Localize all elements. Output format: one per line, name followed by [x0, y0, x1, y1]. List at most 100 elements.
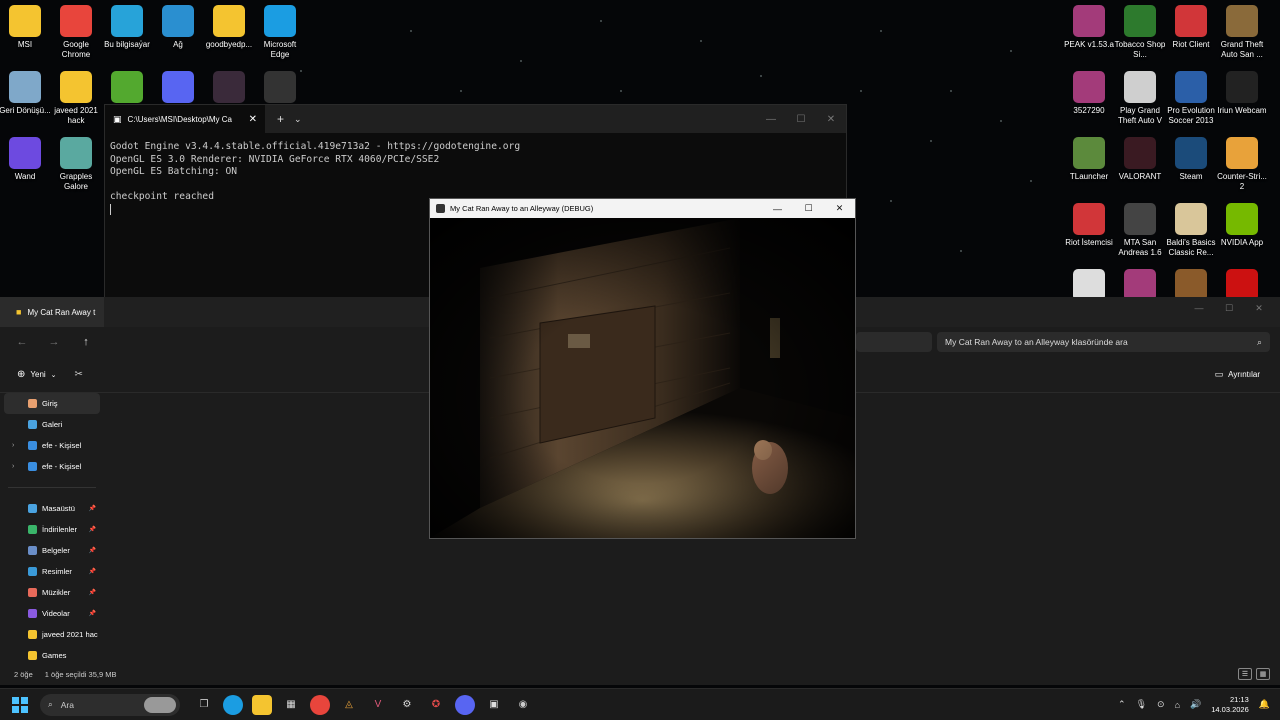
- minimize-button[interactable]: —: [756, 105, 786, 133]
- search-highlight-icon: [144, 696, 176, 713]
- search-input[interactable]: My Cat Ran Away to an Alleyway klasöründ…: [937, 332, 1270, 352]
- desktop-icon[interactable]: VALORANT: [1114, 137, 1166, 182]
- start-button[interactable]: [0, 696, 40, 713]
- desktop-icon[interactable]: Tobacco Shop Si...: [1114, 5, 1166, 60]
- chevron-right-icon[interactable]: ›: [12, 463, 14, 470]
- star: [620, 90, 622, 92]
- microphone-icon[interactable]: 🎙: [1136, 699, 1147, 710]
- sidebar-item[interactable]: › efe - Kişisel: [0, 456, 104, 477]
- desktop-icon[interactable]: javeed 2021 hack: [50, 71, 102, 126]
- game-viewport[interactable]: [430, 218, 855, 538]
- desktop-icon[interactable]: Riot Client: [1165, 5, 1217, 50]
- desktop-icon[interactable]: TLauncher: [1063, 137, 1115, 182]
- edge-icon[interactable]: [223, 694, 243, 715]
- minimize-button[interactable]: —: [762, 199, 793, 218]
- desktop-icon[interactable]: Grapples Galore: [50, 137, 102, 192]
- steam-tray-icon[interactable]: ⊙: [1157, 699, 1165, 710]
- sidebar-item[interactable]: Videolar 📌: [0, 603, 104, 624]
- desktop-icon[interactable]: Iriun Webcam: [1216, 71, 1268, 116]
- godot-icon[interactable]: ◉: [513, 695, 533, 715]
- close-button[interactable]: ✕: [1244, 297, 1274, 319]
- desktop-icon[interactable]: MTA San Andreas 1.6: [1114, 203, 1166, 258]
- app-icon[interactable]: ◬: [339, 695, 359, 715]
- maximize-button[interactable]: ☐: [793, 199, 824, 218]
- desktop-icon[interactable]: Microsoft Edge: [254, 5, 306, 60]
- new-tab-button[interactable]: +: [277, 112, 284, 126]
- tiles-view-icon[interactable]: ▦: [1256, 668, 1270, 680]
- sidebar-item[interactable]: Galeri: [0, 414, 104, 435]
- clock[interactable]: 21:13 14.03.2026: [1211, 695, 1249, 715]
- up-arrow-icon[interactable]: ↑: [70, 336, 102, 348]
- desktop-icon[interactable]: Pro Evolution Soccer 2013: [1165, 71, 1217, 126]
- sidebar-item[interactable]: › efe - Kişisel: [0, 435, 104, 456]
- maximize-button[interactable]: ☐: [1214, 297, 1244, 319]
- minimize-button[interactable]: —: [1184, 297, 1214, 319]
- pin-icon[interactable]: 📌: [89, 610, 96, 617]
- cut-icon[interactable]: ✂: [75, 369, 83, 380]
- discord-icon[interactable]: [455, 694, 475, 715]
- store-icon[interactable]: ▦: [281, 695, 301, 715]
- desktop-icon[interactable]: Riot İstemcisi: [1063, 203, 1115, 248]
- desktop-icon[interactable]: [152, 71, 204, 106]
- desktop-icon[interactable]: [101, 71, 153, 106]
- desktop-icon[interactable]: Steam: [1165, 137, 1217, 182]
- desktop-icon[interactable]: Ağ: [152, 5, 204, 50]
- game-window[interactable]: My Cat Ran Away to an Alleyway (DEBUG) —…: [429, 198, 856, 539]
- sidebar-item[interactable]: Müzikler 📌: [0, 582, 104, 603]
- close-tab-icon[interactable]: ✕: [249, 114, 257, 125]
- notification-icon[interactable]: 🔔: [1259, 699, 1270, 710]
- details-view-icon[interactable]: ☰: [1238, 668, 1252, 680]
- desktop-icon[interactable]: [203, 71, 255, 106]
- desktop-icon[interactable]: MSI: [0, 5, 51, 50]
- chevron-up-icon[interactable]: ⌃: [1118, 699, 1126, 710]
- back-arrow-icon[interactable]: ←: [6, 336, 38, 348]
- network-icon[interactable]: ⌂: [1175, 700, 1180, 710]
- close-button[interactable]: ✕: [816, 105, 846, 133]
- desktop-icon[interactable]: Baldi's Basics Classic Re...: [1165, 203, 1217, 258]
- sidebar-item[interactable]: Giriş: [4, 393, 100, 414]
- pin-icon[interactable]: 📌: [89, 526, 96, 533]
- pin-icon[interactable]: 📌: [89, 505, 96, 512]
- details-button[interactable]: ▭ Ayrıntılar: [1215, 369, 1260, 380]
- desktop-icon[interactable]: Wand: [0, 137, 51, 182]
- maximize-button[interactable]: ☐: [786, 105, 816, 133]
- chrome-icon[interactable]: [310, 694, 330, 715]
- volume-icon[interactable]: 🔊: [1190, 699, 1201, 710]
- desktop-icon[interactable]: Play Grand Theft Auto V: [1114, 71, 1166, 126]
- settings-icon[interactable]: ⚙: [397, 695, 417, 715]
- taskbar-search[interactable]: ⌕ Ara: [40, 693, 180, 716]
- sidebar-item[interactable]: javeed 2021 hac: [0, 624, 104, 645]
- pin-icon[interactable]: 📌: [89, 589, 96, 596]
- chevron-down-icon[interactable]: ⌄: [294, 114, 302, 125]
- explorer-tab[interactable]: ■ My Cat Ran Away t: [0, 297, 104, 327]
- sidebar-item[interactable]: Masaüstü 📌: [0, 498, 104, 519]
- task-view-icon[interactable]: ❐: [194, 695, 214, 715]
- forward-arrow-icon[interactable]: →: [38, 336, 70, 348]
- desktop-icon[interactable]: Bu bilgisayar: [101, 5, 153, 50]
- sidebar-item[interactable]: Resimler 📌: [0, 561, 104, 582]
- valorant-icon[interactable]: V: [368, 695, 388, 715]
- new-button[interactable]: ⊕ Yeni ⌄: [17, 369, 57, 380]
- desktop-icon[interactable]: Geri Dönüşü...: [0, 71, 51, 116]
- close-button[interactable]: ✕: [824, 199, 855, 218]
- desktop-icon[interactable]: [254, 71, 306, 106]
- desktop-icon[interactable]: 3527290: [1063, 71, 1115, 116]
- terminal-icon[interactable]: ▣: [484, 695, 504, 715]
- desktop-icon[interactable]: Counter-Stri... 2: [1216, 137, 1268, 192]
- file-explorer-icon[interactable]: [252, 694, 272, 715]
- pin-icon[interactable]: 📌: [89, 547, 96, 554]
- webcam-icon: [1226, 71, 1258, 103]
- desktop-icon[interactable]: PEAK v1.53.a: [1063, 5, 1115, 50]
- desktop-icon[interactable]: goodbyedp...: [203, 5, 255, 50]
- folder-user-icon: [9, 5, 41, 37]
- pin-icon[interactable]: 📌: [89, 568, 96, 575]
- riot-icon[interactable]: ✪: [426, 695, 446, 715]
- desktop-icon[interactable]: NVIDIA App: [1216, 203, 1268, 248]
- address-bar[interactable]: [856, 332, 932, 352]
- sidebar-item[interactable]: Belgeler 📌: [0, 540, 104, 561]
- terminal-tab[interactable]: ▣ C:\Users\MSI\Desktop\My Ca ✕: [105, 105, 265, 133]
- desktop-icon[interactable]: Google Chrome: [50, 5, 102, 60]
- desktop-icon[interactable]: Grand Theft Auto San ...: [1216, 5, 1268, 60]
- sidebar-item[interactable]: İndirilenler 📌: [0, 519, 104, 540]
- chevron-right-icon[interactable]: ›: [12, 442, 14, 449]
